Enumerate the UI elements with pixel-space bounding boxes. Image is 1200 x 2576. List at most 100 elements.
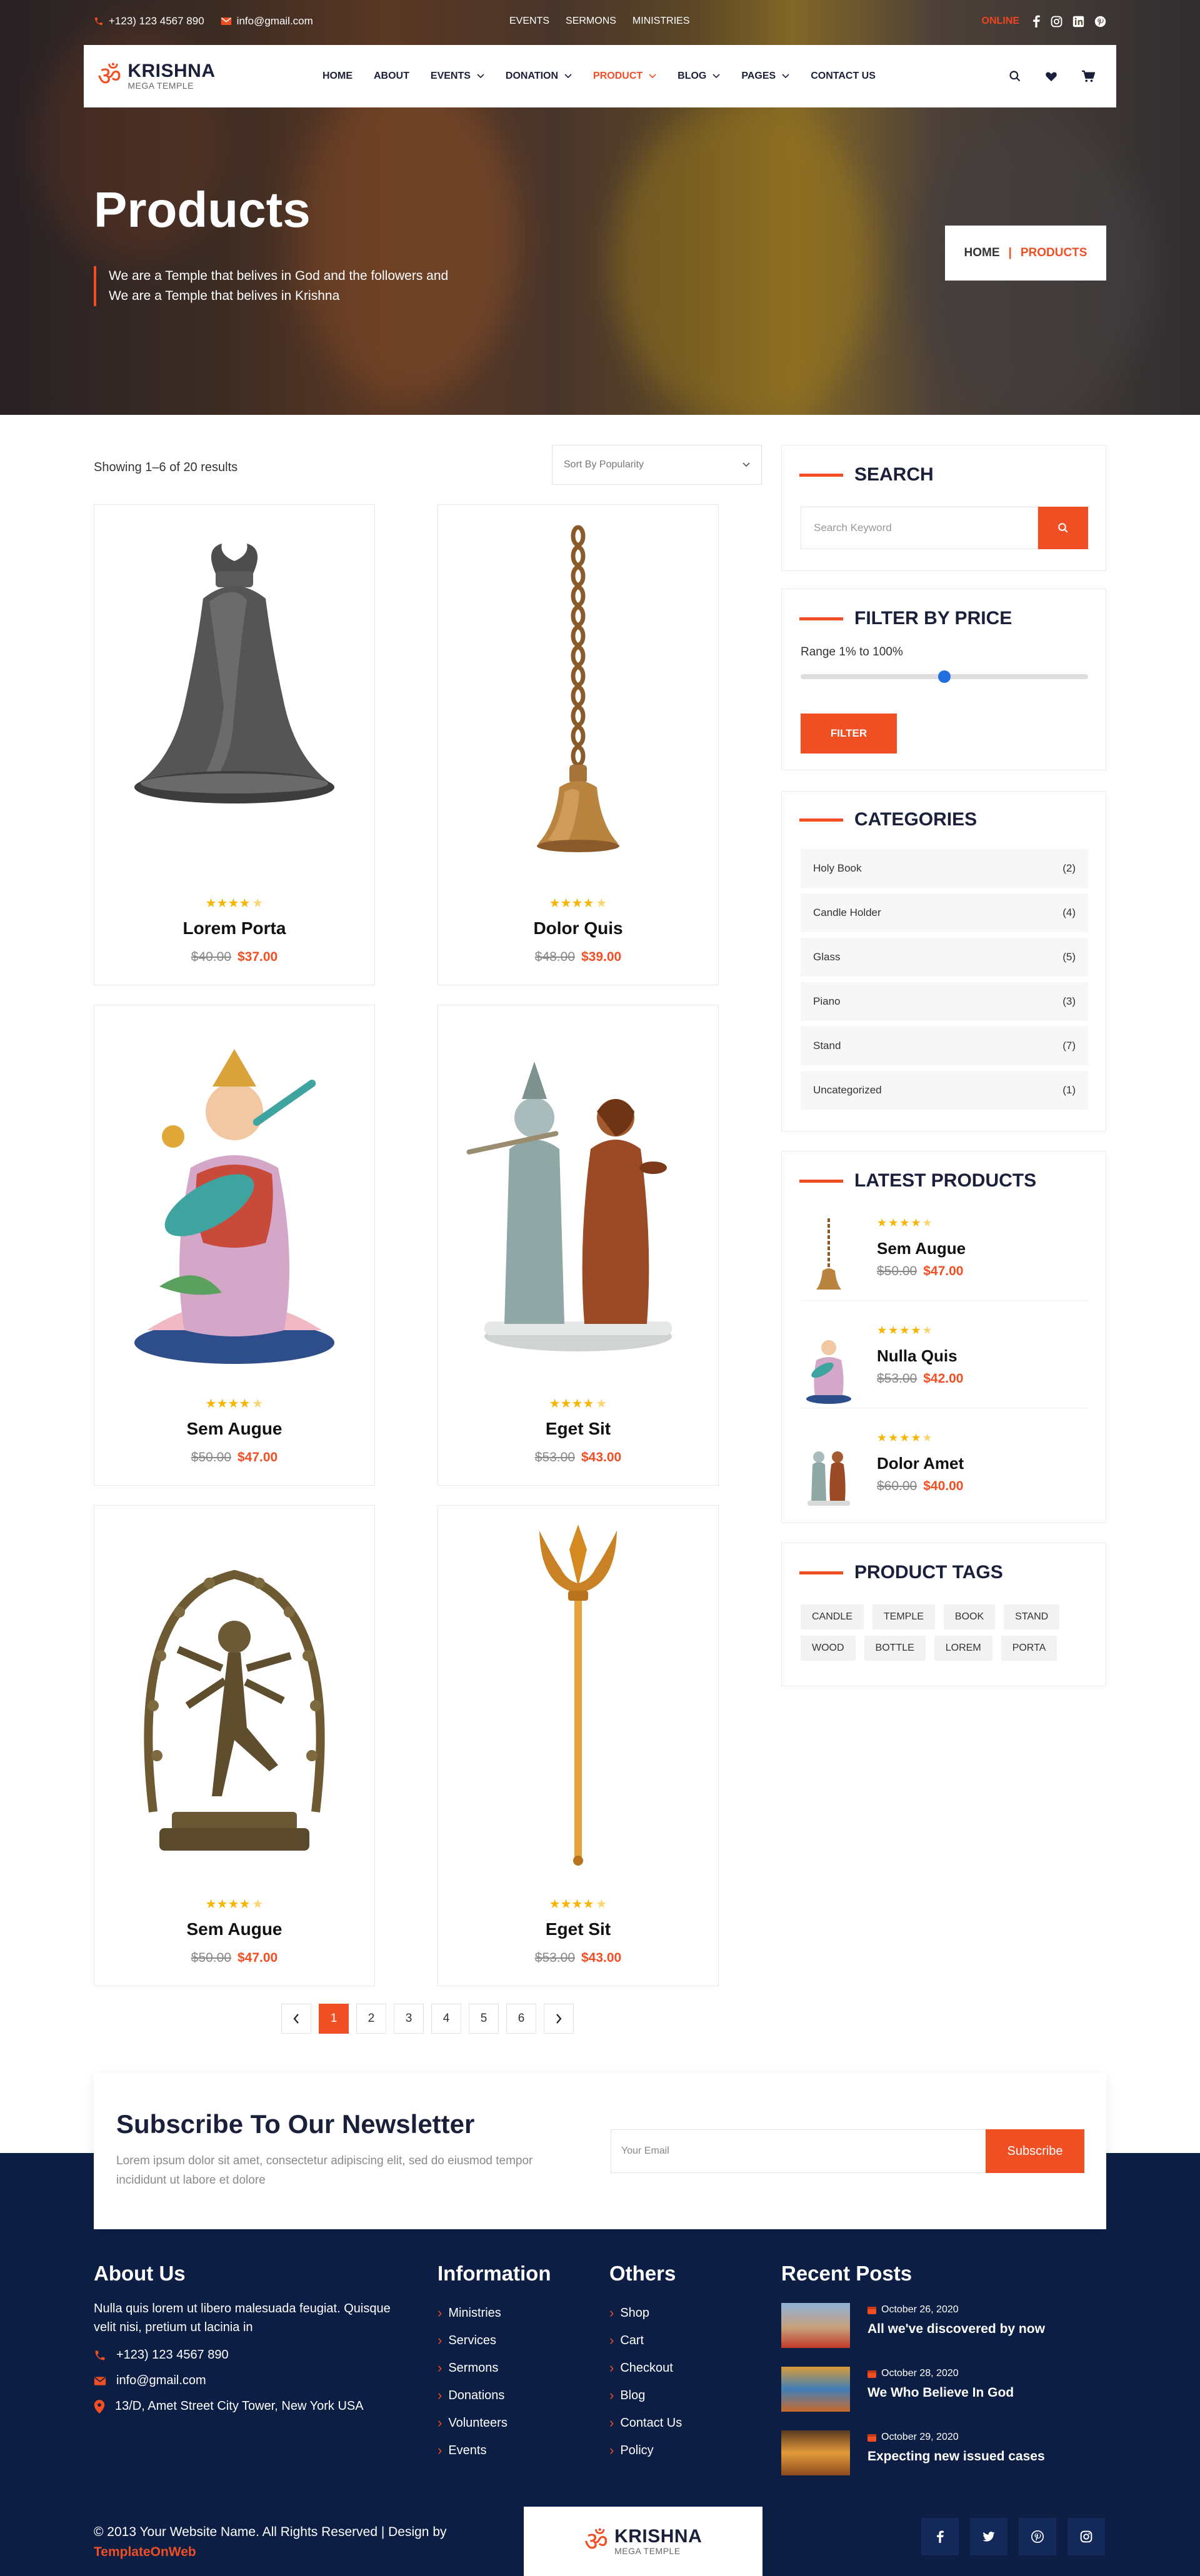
footer-link[interactable]: › Contact Us (609, 2409, 759, 2437)
instagram-icon[interactable] (1051, 16, 1062, 27)
recent-post[interactable]: October 26, 2020 All we've discovered by… (781, 2303, 1094, 2353)
recent-post[interactable]: October 28, 2020 We Who Believe In God (781, 2367, 1094, 2417)
nav-item-home[interactable]: HOME (322, 71, 352, 82)
linkedin-icon[interactable] (1072, 16, 1084, 27)
search-button[interactable] (1038, 507, 1088, 549)
product-card[interactable]: ★★★★ ★ Dolor Quis $48.00 $39.00 (438, 504, 719, 985)
latest-product-item[interactable]: ★★★★★ Sem Augue $50.00 $47.00 (801, 1204, 1088, 1301)
category-item[interactable]: Uncategorized (1) (801, 1071, 1088, 1110)
recent-post[interactable]: October 29, 2020 Expecting new issued ca… (781, 2430, 1094, 2480)
search-icon[interactable] (1009, 70, 1021, 82)
pinterest-icon[interactable] (1094, 16, 1106, 27)
category-item[interactable]: Stand (7) (801, 1027, 1088, 1065)
footer-link[interactable]: › Events (438, 2437, 588, 2464)
post-thumbnail[interactable] (781, 2303, 850, 2348)
topbar-link-sermons[interactable]: SERMONS (566, 16, 616, 27)
price-slider[interactable] (801, 670, 1088, 683)
product-card[interactable]: ★★★★ ★ Sem Augue $50.00 $47.00 (94, 1505, 375, 1986)
latest-product-item[interactable]: ★★★★★ Nulla Quis $53.00 $42.00 (801, 1311, 1088, 1408)
tag-item[interactable]: TEMPLE (872, 1604, 935, 1629)
topbar-link-ministries[interactable]: MINISTRIES (632, 16, 690, 27)
product-name[interactable]: Sem Augue (94, 1919, 374, 1939)
product-image-hanging-bell[interactable] (438, 505, 718, 880)
instagram-icon[interactable] (1068, 2518, 1105, 2555)
nav-item-product[interactable]: PRODUCT (593, 71, 656, 82)
nav-item-donation[interactable]: DONATION (506, 71, 572, 82)
pagination-next[interactable] (544, 2004, 574, 2034)
subscribe-button[interactable]: Subscribe (986, 2129, 1084, 2173)
footer-link[interactable]: › Cart (609, 2327, 759, 2354)
newsletter-email-input[interactable]: Your Email (611, 2129, 992, 2173)
topbar-email[interactable]: info@gmail.com (221, 15, 313, 27)
footer-link[interactable]: › Ministries (438, 2299, 588, 2327)
tag-item[interactable]: WOOD (801, 1636, 856, 1661)
product-image-radha-krishna[interactable] (438, 1005, 718, 1380)
product-image-bell[interactable] (94, 505, 374, 880)
category-item[interactable]: Holy Book (2) (801, 849, 1088, 888)
footer-link[interactable]: › Sermons (438, 2354, 588, 2382)
heart-icon[interactable] (1045, 71, 1058, 82)
nav-item-about[interactable]: ABOUT (374, 71, 409, 82)
footer-logo[interactable]: ॐ KRISHNA MEGA TEMPLE (524, 2507, 762, 2576)
search-input[interactable]: Search Keyword (801, 507, 1038, 549)
pagination-page-6[interactable]: 6 (506, 2004, 536, 2034)
footer-link[interactable]: › Policy (609, 2437, 759, 2464)
topbar-link-events[interactable]: EVENTS (509, 16, 549, 27)
latest-product-thumbnail[interactable] (801, 1430, 857, 1511)
pagination-page-2[interactable]: 2 (356, 2004, 386, 2034)
designer-link[interactable]: TemplateOnWeb (94, 2542, 447, 2562)
product-name[interactable]: Eget Sit (438, 1419, 718, 1439)
facebook-icon[interactable] (1032, 15, 1041, 27)
tag-item[interactable]: BOTTLE (864, 1636, 926, 1661)
nav-item-contact[interactable]: CONTACT US (811, 71, 876, 82)
site-logo[interactable]: ॐ KRISHNA MEGA TEMPLE (98, 62, 215, 91)
category-item[interactable]: Candle Holder (4) (801, 893, 1088, 932)
pagination-page-3[interactable]: 3 (394, 2004, 424, 2034)
footer-link[interactable]: › Blog (609, 2382, 759, 2409)
post-thumbnail[interactable] (781, 2430, 850, 2475)
product-card[interactable]: ★★★★ ★ Sem Augue $50.00 $47.00 (94, 1005, 375, 1486)
topbar-phone[interactable]: +123) 123 4567 890 (94, 15, 204, 27)
product-card[interactable]: ★★★★ ★ Eget Sit $53.00 $43.00 (438, 1005, 719, 1486)
facebook-icon[interactable] (921, 2518, 959, 2555)
product-image-saraswati-idol[interactable] (94, 1005, 374, 1380)
nav-item-pages[interactable]: PAGES (741, 71, 789, 82)
product-card[interactable]: ★★★★ ★ Lorem Porta $40.00 $37.00 (94, 504, 375, 985)
pinterest-icon[interactable] (1019, 2518, 1056, 2555)
product-image-trishul[interactable] (438, 1506, 718, 1881)
product-image-nataraja[interactable] (94, 1506, 374, 1881)
cart-icon[interactable] (1081, 70, 1095, 82)
latest-product-thumbnail[interactable] (801, 1323, 857, 1404)
post-title[interactable]: All we've discovered by now (868, 2322, 1045, 2337)
nav-item-events[interactable]: EVENTS (431, 71, 484, 82)
tag-item[interactable]: LOREM (934, 1636, 992, 1661)
product-name[interactable]: Lorem Porta (94, 918, 374, 938)
tag-item[interactable]: BOOK (943, 1604, 996, 1629)
footer-link[interactable]: › Checkout (609, 2354, 759, 2382)
footer-link[interactable]: › Shop (609, 2299, 759, 2327)
category-item[interactable]: Glass (5) (801, 938, 1088, 977)
footer-link[interactable]: › Donations (438, 2382, 588, 2409)
latest-product-name[interactable]: Nulla Quis (877, 1346, 958, 1366)
tag-item[interactable]: CANDLE (801, 1604, 864, 1629)
latest-product-name[interactable]: Dolor Amet (877, 1454, 964, 1473)
footer-link[interactable]: › Services (438, 2327, 588, 2354)
tag-item[interactable]: STAND (1004, 1604, 1060, 1629)
product-card[interactable]: ★★★★ ★ Eget Sit $53.00 $43.00 (438, 1505, 719, 1986)
post-title[interactable]: Expecting new issued cases (868, 2449, 1045, 2464)
product-name[interactable]: Eget Sit (438, 1919, 718, 1939)
pagination-page-5[interactable]: 5 (469, 2004, 499, 2034)
product-name[interactable]: Dolor Quis (438, 918, 718, 938)
post-thumbnail[interactable] (781, 2367, 850, 2412)
breadcrumb-home[interactable]: HOME (964, 246, 1000, 260)
twitter-icon[interactable] (970, 2518, 1008, 2555)
pagination-page-1[interactable]: 1 (319, 2004, 349, 2034)
filter-button[interactable]: FILTER (801, 714, 897, 753)
category-item[interactable]: Piano (3) (801, 982, 1088, 1021)
pagination-prev[interactable] (281, 2004, 311, 2034)
product-name[interactable]: Sem Augue (94, 1419, 374, 1439)
pagination-page-4[interactable]: 4 (431, 2004, 461, 2034)
nav-item-blog[interactable]: BLOG (678, 71, 720, 82)
price-slider-thumb[interactable] (938, 670, 951, 683)
latest-product-thumbnail[interactable] (801, 1215, 857, 1296)
